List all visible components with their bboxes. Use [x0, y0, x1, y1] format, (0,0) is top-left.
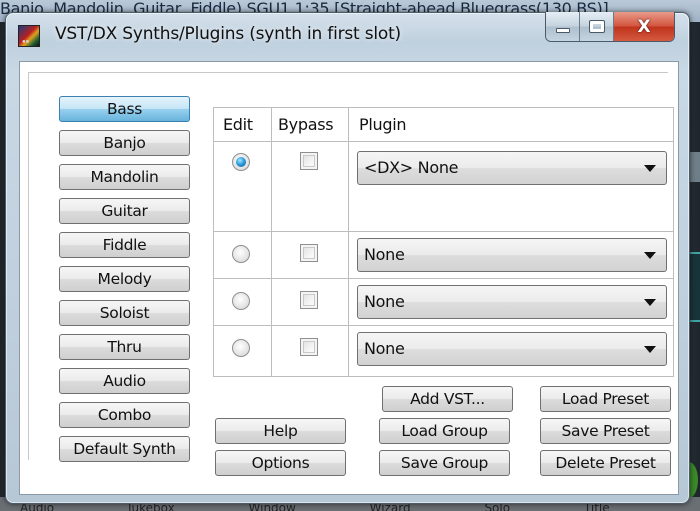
edit-radio-slot-1[interactable]: [232, 153, 250, 171]
instrument-button-bass[interactable]: Bass: [59, 96, 190, 122]
minimize-button[interactable]: [546, 12, 580, 41]
bypass-checkbox-slot-2[interactable]: [300, 244, 318, 262]
close-button[interactable]: X: [614, 12, 674, 41]
title-bar[interactable]: ▪▪ VST/DX Synths/Plugins (synth in first…: [6, 12, 689, 49]
plugin-slots-table: Edit Bypass Plugin <DX> None None None N…: [213, 107, 674, 377]
chevron-down-icon: [644, 346, 656, 353]
maximize-icon: [588, 20, 605, 33]
plugin-select-value: None: [364, 339, 405, 358]
table-divider: [271, 108, 272, 376]
group-box: Bass Banjo Mandolin Guitar Fiddle Melody…: [28, 72, 674, 476]
edit-radio-slot-4[interactable]: [232, 339, 250, 357]
plugins-dialog: ▪▪ VST/DX Synths/Plugins (synth in first…: [5, 12, 690, 504]
plugin-select-value: None: [364, 292, 405, 311]
app-icon: ▪▪: [18, 25, 40, 47]
delete-preset-button[interactable]: Delete Preset: [540, 450, 671, 476]
maximize-button[interactable]: [580, 12, 614, 41]
window-title: VST/DX Synths/Plugins (synth in first sl…: [55, 24, 401, 44]
chevron-down-icon: [644, 299, 656, 306]
table-divider: [214, 231, 673, 232]
instrument-button-default-synth[interactable]: Default Synth: [59, 436, 190, 462]
save-group-button[interactable]: Save Group: [379, 450, 510, 476]
caption-buttons: X: [545, 12, 675, 42]
edit-radio-slot-3[interactable]: [232, 292, 250, 310]
table-divider: [214, 141, 673, 142]
table-divider: [214, 278, 673, 279]
help-button[interactable]: Help: [215, 418, 346, 444]
instrument-button-soloist[interactable]: Soloist: [59, 300, 190, 326]
plugin-select-slot-4[interactable]: None: [357, 332, 667, 366]
chevron-down-icon: [644, 252, 656, 259]
add-vst-button[interactable]: Add VST...: [382, 386, 513, 412]
instrument-button-melody[interactable]: Melody: [59, 266, 190, 292]
instrument-button-audio[interactable]: Audio: [59, 368, 190, 394]
column-header-plugin: Plugin: [359, 115, 407, 134]
instrument-button-combo[interactable]: Combo: [59, 402, 190, 428]
minimize-icon: [555, 28, 570, 33]
edit-radio-slot-2[interactable]: [232, 245, 250, 263]
instrument-button-guitar[interactable]: Guitar: [59, 198, 190, 224]
bypass-checkbox-slot-1[interactable]: [300, 152, 318, 170]
table-divider: [214, 325, 673, 326]
instrument-button-banjo[interactable]: Banjo: [59, 130, 190, 156]
column-header-bypass: Bypass: [278, 115, 334, 134]
chevron-down-icon: [644, 165, 656, 172]
plugin-select-value: <DX> None: [364, 158, 459, 177]
instrument-button-thru[interactable]: Thru: [59, 334, 190, 360]
options-button[interactable]: Options: [215, 450, 346, 476]
instrument-button-fiddle[interactable]: Fiddle: [59, 232, 190, 258]
bypass-checkbox-slot-4[interactable]: [300, 338, 318, 356]
bypass-checkbox-slot-3[interactable]: [300, 291, 318, 309]
close-icon: X: [637, 16, 651, 37]
plugin-select-slot-3[interactable]: None: [357, 285, 667, 319]
plugin-select-value: None: [364, 245, 405, 264]
instrument-button-mandolin[interactable]: Mandolin: [59, 164, 190, 190]
plugin-select-slot-1[interactable]: <DX> None: [357, 151, 667, 185]
column-header-edit: Edit: [223, 115, 253, 134]
load-group-button[interactable]: Load Group: [379, 418, 510, 444]
plugin-select-slot-2[interactable]: None: [357, 238, 667, 272]
save-preset-button[interactable]: Save Preset: [540, 418, 671, 444]
table-divider: [348, 108, 349, 376]
dialog-client-area: Bass Banjo Mandolin Guitar Fiddle Melody…: [19, 61, 679, 495]
load-preset-button[interactable]: Load Preset: [540, 386, 671, 412]
